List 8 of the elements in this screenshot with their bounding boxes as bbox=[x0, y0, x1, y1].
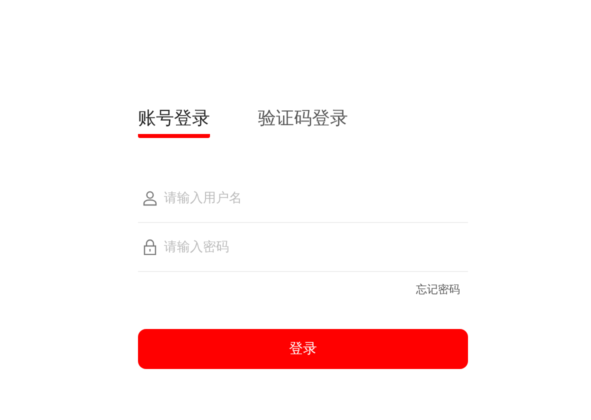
lock-icon bbox=[142, 239, 158, 255]
login-button[interactable]: 登录 bbox=[138, 329, 468, 369]
username-field[interactable]: 请输入用户名 bbox=[164, 190, 468, 206]
login-tab[interactable]: 验证码登录 bbox=[258, 108, 348, 138]
forgot-password-link[interactable]: 忘记密码 bbox=[416, 282, 460, 297]
login-tab[interactable]: 账号登录 bbox=[138, 108, 210, 138]
user-icon bbox=[142, 190, 158, 206]
password-field[interactable]: 请输入密码 bbox=[164, 240, 468, 254]
